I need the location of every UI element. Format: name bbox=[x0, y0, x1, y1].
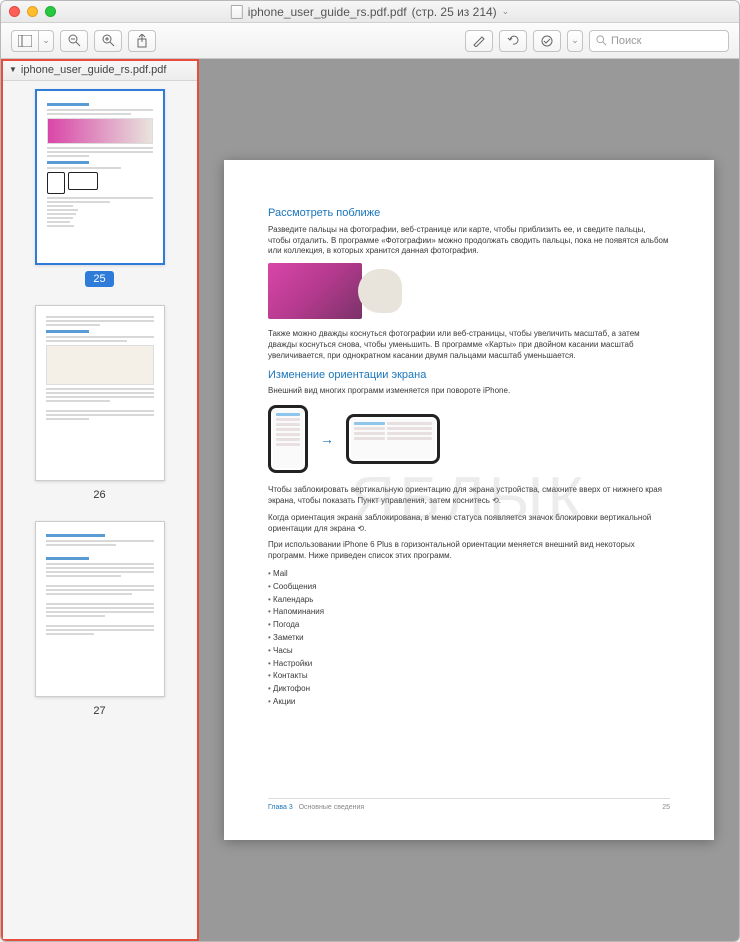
thumbnail-label: 27 bbox=[85, 703, 113, 719]
pinch-illustration bbox=[268, 263, 670, 319]
list-item: Контакты bbox=[268, 670, 670, 683]
sidebar-doctitle: iphone_user_guide_rs.pdf.pdf bbox=[21, 64, 167, 76]
view-mode-group: ⌄ bbox=[11, 30, 54, 52]
highlight-icon bbox=[472, 35, 486, 47]
zoom-in-button[interactable] bbox=[94, 30, 122, 52]
disclosure-triangle-icon: ▼ bbox=[9, 65, 17, 74]
titlebar: iphone_user_guide_rs.pdf.pdf (стр. 25 из… bbox=[1, 1, 739, 23]
close-window-button[interactable] bbox=[9, 6, 20, 17]
list-item: Заметки bbox=[268, 632, 670, 645]
title-filename: iphone_user_guide_rs.pdf.pdf bbox=[248, 5, 407, 19]
list-item: Сообщения bbox=[268, 581, 670, 594]
paragraph: Чтобы заблокировать вертикальную ориента… bbox=[268, 485, 670, 507]
window-controls bbox=[9, 6, 56, 17]
zoom-out-icon bbox=[68, 34, 81, 47]
title-pagestatus: (стр. 25 из 214) bbox=[412, 5, 497, 19]
paragraph: Разведите пальцы на фотографии, веб-стра… bbox=[268, 225, 670, 257]
list-item: Акции bbox=[268, 696, 670, 709]
list-item: Погода bbox=[268, 619, 670, 632]
rotate-icon bbox=[507, 34, 520, 47]
thumbnail-page bbox=[35, 305, 165, 481]
thumbnail-page bbox=[35, 89, 165, 265]
list-item: Диктофон bbox=[268, 683, 670, 696]
thumbnail-label: 26 bbox=[85, 487, 113, 503]
markup-icon bbox=[540, 35, 554, 47]
sidebar-header[interactable]: ▼ iphone_user_guide_rs.pdf.pdf bbox=[1, 59, 198, 81]
body: ▼ iphone_user_guide_rs.pdf.pdf bbox=[1, 59, 739, 941]
heading-orientation: Изменение ориентации экрана bbox=[268, 368, 670, 383]
thumbnail-sidebar: ▼ iphone_user_guide_rs.pdf.pdf bbox=[1, 59, 199, 941]
share-icon bbox=[136, 34, 148, 48]
thumbnail-page bbox=[35, 521, 165, 697]
thumbnail-list[interactable]: 25 26 bbox=[1, 81, 198, 941]
view-menu-button[interactable]: ⌄ bbox=[38, 30, 54, 52]
toolbar: ⌄ ⌄ Поиск bbox=[1, 23, 739, 59]
list-item: Напоминания bbox=[268, 606, 670, 619]
window-title: iphone_user_guide_rs.pdf.pdf (стр. 25 из… bbox=[231, 5, 509, 19]
zoom-window-button[interactable] bbox=[45, 6, 56, 17]
page-footer: Глава 3 Глава 3 Основные сведенияОсновны… bbox=[268, 798, 670, 812]
search-icon bbox=[596, 35, 607, 46]
chevron-down-icon: ⌄ bbox=[42, 35, 50, 46]
page-content: Рассмотреть поближе Разведите пальцы на … bbox=[224, 160, 714, 840]
list-item: Календарь bbox=[268, 594, 670, 607]
phone-landscape-icon bbox=[346, 414, 440, 464]
list-item: Mail bbox=[268, 568, 670, 581]
minimize-window-button[interactable] bbox=[27, 6, 38, 17]
rotate-button[interactable] bbox=[499, 30, 527, 52]
list-item: Настройки bbox=[268, 658, 670, 671]
heading-zoom: Рассмотреть поближе bbox=[268, 206, 670, 221]
paragraph: При использовании iPhone 6 Plus в горизо… bbox=[268, 540, 670, 562]
sidebar-toggle-button[interactable] bbox=[11, 30, 39, 52]
phone-portrait-icon bbox=[268, 405, 308, 473]
paragraph: Когда ориентация экрана заблокирована, в… bbox=[268, 513, 670, 535]
thumbnail-item[interactable]: 25 bbox=[1, 89, 198, 287]
footer-pagenum: 25 bbox=[662, 803, 670, 812]
zoom-out-button[interactable] bbox=[60, 30, 88, 52]
thumbnail-item[interactable]: 26 bbox=[1, 305, 198, 503]
footer-chapter: Глава 3 Глава 3 Основные сведенияОсновны… bbox=[268, 803, 364, 812]
list-item: Часы bbox=[268, 645, 670, 658]
chevron-down-icon[interactable]: ⌄ bbox=[502, 6, 510, 17]
highlight-button[interactable] bbox=[465, 30, 493, 52]
app-list: Mail Сообщения Календарь Напоминания Пог… bbox=[268, 568, 670, 709]
share-button[interactable] bbox=[128, 30, 156, 52]
thumbnail-label: 25 bbox=[85, 271, 113, 287]
thumbnail-item[interactable]: 27 bbox=[1, 521, 198, 719]
zoom-in-icon bbox=[102, 34, 115, 47]
chevron-down-icon: ⌄ bbox=[571, 35, 579, 46]
search-placeholder: Поиск bbox=[611, 35, 641, 47]
search-input[interactable]: Поиск bbox=[589, 30, 729, 52]
paragraph: Внешний вид многих программ изменяется п… bbox=[268, 386, 670, 397]
arrow-right-icon: → bbox=[320, 430, 334, 449]
rotation-illustration: → bbox=[268, 403, 670, 475]
markup-button[interactable] bbox=[533, 30, 561, 52]
app-window: iphone_user_guide_rs.pdf.pdf (стр. 25 из… bbox=[0, 0, 740, 942]
paragraph: Также можно дважды коснуться фотографии … bbox=[268, 329, 670, 361]
markup-menu-button[interactable]: ⌄ bbox=[567, 30, 583, 52]
sidebar-icon bbox=[18, 35, 32, 47]
document-canvas[interactable]: Рассмотреть поближе Разведите пальцы на … bbox=[199, 59, 739, 941]
document-icon bbox=[231, 5, 243, 19]
